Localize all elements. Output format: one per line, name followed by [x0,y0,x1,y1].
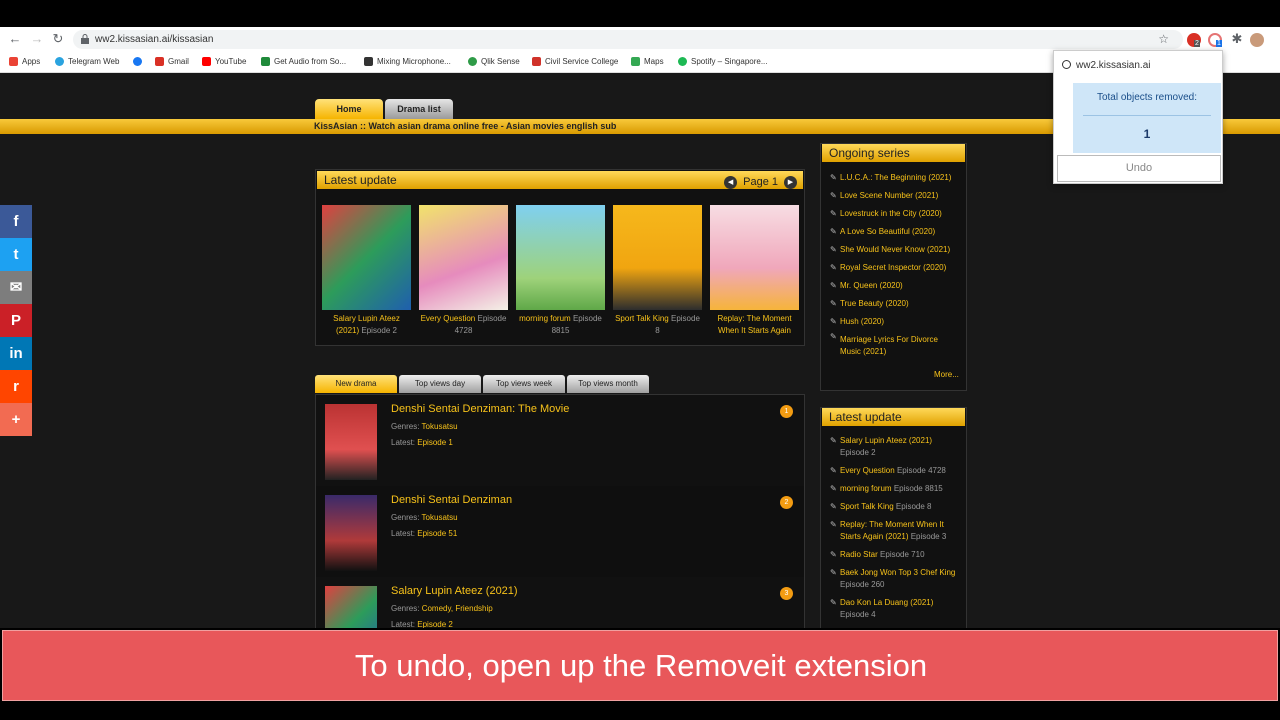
tab-top-views-day[interactable]: Top views day [399,375,481,393]
bookmark-get-audio[interactable]: Get Audio from So... [261,57,346,66]
caption-text: To undo, open up the Removeit extension [354,648,928,683]
thumb-image[interactable] [419,205,508,310]
tab-drama-list[interactable]: Drama list [385,99,453,119]
removed-count-box: Total objects removed: 1 [1073,83,1221,153]
side-latest-header: Latest update [822,408,965,426]
twitter-share-icon[interactable]: t [0,238,32,271]
social-share-bar: f t ✉ P in r + [0,205,32,436]
thumb-item[interactable]: Replay: The Moment When It Starts Again [710,205,799,337]
telegram-icon [55,57,64,66]
bookmark-star-icon[interactable]: ☆ [1158,32,1169,46]
screenshot-root: { "browser": { "url": "ww2.kissasian.ai/… [0,0,1280,720]
bookmark-mixing[interactable]: Mixing Microphone... [364,57,451,66]
main-tabs: Home Drama list [315,99,453,119]
back-icon[interactable]: ← [8,32,22,46]
thumb-item[interactable]: Sport Talk King Episode 8 [613,205,702,337]
tutorial-caption: To undo, open up the Removeit extension [2,630,1278,701]
audio-icon [261,57,270,66]
facebook-icon [133,57,142,66]
ongoing-list: L.U.C.A.: The Beginning (2021) Love Scen… [830,169,960,358]
rank-badge: 1 [780,405,793,418]
globe-icon [1062,60,1071,69]
thumb-item[interactable]: Every Question Episode 4728 [419,205,508,337]
bookmark-csc[interactable]: Civil Service College [532,57,618,66]
popup-host: ww2.kissasian.ai [1076,60,1151,71]
tab-top-views-week[interactable]: Top views week [483,375,565,393]
tab-top-views-month[interactable]: Top views month [567,375,649,393]
thumb-row: Salary Lupin Ateez (2021) Episode 2 Ever… [322,205,799,337]
reddit-share-icon[interactable]: r [0,370,32,403]
pager: ◀ Page 1 ▶ [724,173,797,191]
drama-list: Denshi Sentai Denziman: The Movie Genres… [315,394,805,628]
tab-new-drama[interactable]: New drama [315,375,397,393]
reload-icon[interactable]: ↻ [51,32,65,46]
more-share-icon[interactable]: + [0,403,32,436]
list-item: Denshi Sentai Denziman Genres: Tokusatsu… [316,486,804,577]
bookmark-youtube[interactable]: YouTube [202,57,246,66]
bookmark-apps[interactable]: Apps [9,57,40,66]
thumb-item[interactable]: Salary Lupin Ateez (2021) Episode 2 [322,205,411,337]
ms-icon [364,57,373,66]
side-latest-list: Salary Lupin Ateez (2021)Episode 2 Every… [830,435,960,621]
bookmark-telegram[interactable]: Telegram Web [55,57,119,66]
maps-icon [631,57,640,66]
ongoing-header: Ongoing series [822,144,965,162]
tab-home[interactable]: Home [315,99,383,119]
prev-page-icon[interactable]: ◀ [724,175,738,189]
removeit-popup: ww2.kissasian.ai Total objects removed: … [1053,50,1223,184]
csc-icon [532,57,541,66]
thumb-image[interactable] [322,205,411,310]
thumb-item[interactable]: morning forum Episode 8815 [516,205,605,337]
apps-icon [9,57,18,66]
qlik-icon [468,57,477,66]
thumb-image[interactable] [516,205,605,310]
removed-count: 1 [1143,127,1151,141]
bookmark-spotify[interactable]: Spotify – Singapore... [678,57,768,66]
bookmark-qlik[interactable]: Qlik Sense [468,57,520,66]
ext-badge: 1 [1216,40,1222,47]
next-page-icon[interactable]: ▶ [784,175,797,189]
thumb-image[interactable] [710,205,799,310]
ext-badge: 2 [1194,40,1200,47]
thumb-image[interactable] [613,205,702,310]
poster-image[interactable] [325,495,377,571]
pinterest-share-icon[interactable]: P [0,304,32,337]
divider [1083,115,1211,116]
rank-badge: 3 [780,587,793,600]
profile-avatar[interactable] [1250,33,1264,47]
bookmark-maps[interactable]: Maps [631,57,664,66]
address-bar[interactable]: ww2.kissasian.ai/kissasian ☆ [73,30,1183,49]
latest-update-header: Latest update ◀ Page 1 ▶ [317,171,803,189]
page-label: Page 1 [743,176,778,188]
browser-toolbar: ← → ↻ ww2.kissasian.ai/kissasian ☆ 2 1 ✱ [0,27,1280,52]
list-item: Salary Lupin Ateez (2021) Genres: Comedy… [316,577,804,628]
spotify-icon [678,57,687,66]
facebook-share-icon[interactable]: f [0,205,32,238]
poster-image[interactable] [325,404,377,480]
latest-update-title: Latest update [324,173,397,187]
bookmark-facebook[interactable] [133,57,142,66]
list-tabs: New drama Top views day Top views week T… [315,375,649,393]
forward-icon[interactable]: → [30,32,44,46]
puzzle-extensions-icon[interactable]: ✱ [1230,32,1244,46]
linkedin-share-icon[interactable]: in [0,337,32,370]
rank-badge: 2 [780,496,793,509]
bookmark-gmail[interactable]: Gmail [155,57,189,66]
undo-button[interactable]: Undo [1057,155,1221,182]
site-tagline: KissAsian :: Watch asian drama online fr… [314,121,617,131]
youtube-icon [202,57,211,66]
gmail-icon [155,57,164,66]
poster-image[interactable] [325,586,377,628]
lock-icon [81,34,89,44]
more-link[interactable]: More... [934,370,959,379]
email-share-icon[interactable]: ✉ [0,271,32,304]
url-text: ww2.kissasian.ai/kissasian [95,34,214,45]
removed-label: Total objects removed: [1096,92,1198,103]
list-item: Denshi Sentai Denziman: The Movie Genres… [316,395,804,486]
